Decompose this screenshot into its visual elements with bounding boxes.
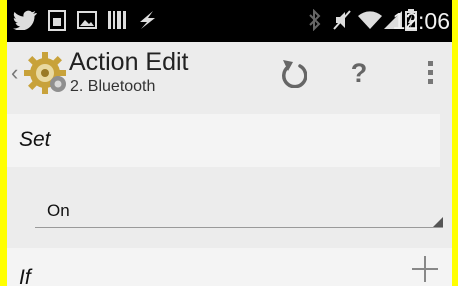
status-time: 12:06 [392,8,450,34]
sim-icon [46,9,68,31]
overflow-menu-icon[interactable] [421,52,441,94]
up-navigation-caret[interactable]: ‹ [11,60,18,86]
spinner-triangle-icon [432,215,443,228]
barcode-icon [106,9,128,31]
help-icon[interactable]: ? [344,52,374,94]
set-value-spinner[interactable]: On [35,192,443,228]
revert-icon[interactable] [273,52,313,94]
add-condition-plus-icon[interactable] [412,256,438,282]
tasker-app-icon[interactable] [22,50,68,96]
set-label: Set [19,128,51,151]
wifi-icon [357,9,383,31]
phone-screen: 12:06 ‹ Action Edit 2. Bluetooth ? Set O… [7,0,452,286]
mute-icon [331,9,353,31]
lightning-icon [136,9,158,31]
twitter-icon [13,9,37,31]
set-section-header: Set [7,114,440,167]
if-label: If [19,266,31,286]
action-bar: ‹ Action Edit 2. Bluetooth ? [7,42,452,104]
spinner-underline [35,227,443,228]
spinner-selected-value: On [47,201,70,220]
image-icon [76,9,98,31]
if-section-header: If [7,248,452,286]
status-bar: 12:06 [7,0,452,42]
bluetooth-icon [307,9,323,31]
page-title: Action Edit [69,48,189,76]
page-subtitle: 2. Bluetooth [70,78,156,95]
